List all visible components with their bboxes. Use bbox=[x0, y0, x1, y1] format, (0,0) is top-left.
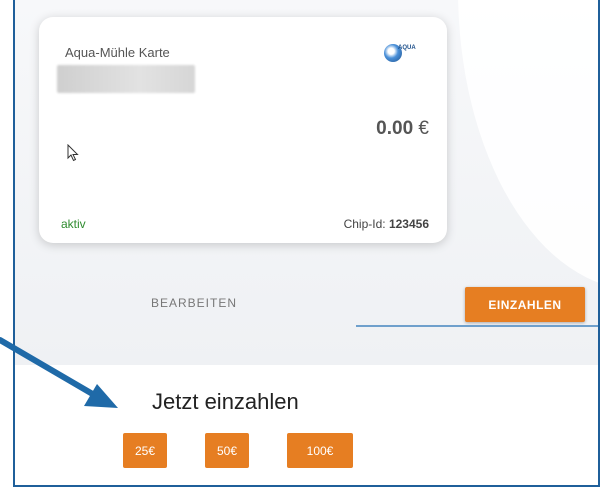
deposit-tab-button[interactable]: EINZAHLEN bbox=[465, 287, 585, 322]
blurred-card-holder-name bbox=[57, 65, 195, 93]
app-frame: Aqua-Mühle Karte AQUA 0.00 € aktiv Chip-… bbox=[13, 0, 600, 487]
edit-button[interactable]: BEARBEITEN bbox=[151, 296, 237, 310]
amount-button-50[interactable]: 50€ bbox=[205, 433, 249, 468]
card-section: Aqua-Mühle Karte AQUA 0.00 € aktiv Chip-… bbox=[15, 0, 598, 365]
card-status-badge: aktiv bbox=[61, 217, 86, 231]
aqua-logo-icon: AQUA bbox=[384, 42, 434, 64]
chip-id-value: 123456 bbox=[388, 217, 429, 231]
mouse-cursor-icon bbox=[67, 144, 79, 162]
card-balance: 0.00 € bbox=[376, 118, 429, 140]
active-tab-indicator bbox=[356, 325, 598, 327]
logo-text: AQUA bbox=[398, 45, 416, 51]
customer-card: Aqua-Mühle Karte AQUA 0.00 € aktiv Chip-… bbox=[39, 17, 447, 243]
balance-currency: € bbox=[418, 118, 429, 139]
card-title: Aqua-Mühle Karte bbox=[65, 45, 170, 60]
amount-button-25[interactable]: 25€ bbox=[123, 433, 167, 468]
chip-id: Chip-Id: 123456 bbox=[344, 217, 429, 231]
deposit-heading: Jetzt einzahlen bbox=[152, 389, 299, 414]
background-swoosh bbox=[458, 0, 598, 290]
balance-value: 0.00 bbox=[376, 118, 414, 139]
chip-id-label: Chip-Id: bbox=[343, 217, 386, 231]
amount-button-100[interactable]: 100€ bbox=[287, 433, 353, 468]
